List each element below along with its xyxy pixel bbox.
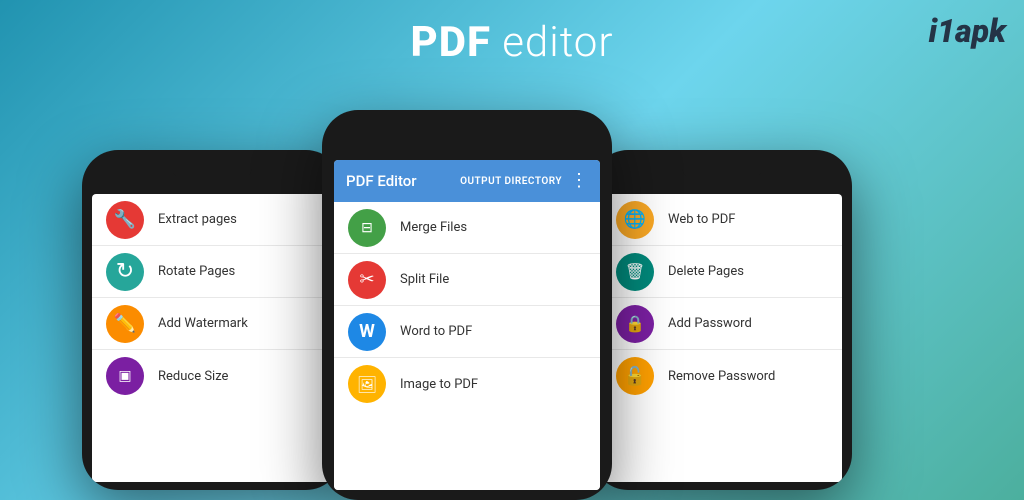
phones-container: 🔧 Extract pages ↻ Rotate Pages ✏️ Add Wa… [82,110,942,500]
list-item[interactable]: 🗑 Delete Pages [602,246,842,298]
rotate-label: Rotate Pages [158,264,235,279]
delete-label: Delete Pages [668,264,744,279]
word-label: Word to PDF [400,324,472,339]
split-label: Split File [400,272,449,287]
topbar: PDF Editor OUTPUT DIRECTORY ⋮ [334,160,600,202]
more-icon[interactable]: ⋮ [570,172,588,190]
watermark-label: Add Watermark [158,316,248,331]
image-icon: 🖼 [348,365,386,403]
removepass-icon: 🔓 [616,357,654,395]
topbar-title: PDF Editor [346,172,417,190]
merge-label: Merge Files [400,220,467,235]
list-item[interactable]: ✂ Split File [334,254,600,306]
list-item[interactable]: ▣ Reduce Size [92,350,332,402]
reduce-icon: ▣ [106,357,144,395]
phone-left: 🔧 Extract pages ↻ Rotate Pages ✏️ Add Wa… [82,150,342,490]
list-item[interactable]: W Word to PDF [334,306,600,358]
menu-list-left: 🔧 Extract pages ↻ Rotate Pages ✏️ Add Wa… [92,194,332,482]
watermark: i1apk [929,12,1006,50]
title-bold: PDF [411,18,491,67]
split-icon: ✂ [348,261,386,299]
phone-center: PDF Editor OUTPUT DIRECTORY ⋮ ⊟ Merge Fi… [322,110,612,500]
topbar-right: OUTPUT DIRECTORY ⋮ [460,172,588,190]
app-title: PDF editor [411,18,614,67]
phone-notch-right [682,164,762,178]
web-label: Web to PDF [668,212,735,227]
watermark-icon: ✏️ [106,305,144,343]
web-icon: 🌐 [616,201,654,239]
image-label: Image to PDF [400,377,478,392]
extract-label: Extract pages [158,212,237,227]
phone-screen-right: 🌐 Web to PDF 🗑 Delete Pages 🔒 Add Passwo… [602,194,842,482]
phone-notch-left [172,164,252,178]
list-item[interactable]: ⊟ Merge Files [334,202,600,254]
phone-screen-left: 🔧 Extract pages ↻ Rotate Pages ✏️ Add Wa… [92,194,332,482]
list-item[interactable]: 🔧 Extract pages [92,194,332,246]
list-item[interactable]: ✏️ Add Watermark [92,298,332,350]
title-light: editor [491,18,614,67]
delete-icon: 🗑 [616,253,654,291]
topbar-action[interactable]: OUTPUT DIRECTORY [460,176,562,187]
phone-screen-center: PDF Editor OUTPUT DIRECTORY ⋮ ⊟ Merge Fi… [334,160,600,490]
menu-list-center: ⊟ Merge Files ✂ Split File W Word to PDF… [334,202,600,490]
list-item[interactable]: 🖼 Image to PDF [334,358,600,410]
list-item[interactable]: 🔒 Add Password [602,298,842,350]
list-item[interactable]: 🌐 Web to PDF [602,194,842,246]
phone-right: 🌐 Web to PDF 🗑 Delete Pages 🔒 Add Passwo… [592,150,852,490]
phone-notch-center [427,124,507,138]
removepass-label: Remove Password [668,369,775,384]
menu-list-right: 🌐 Web to PDF 🗑 Delete Pages 🔒 Add Passwo… [602,194,842,482]
reduce-label: Reduce Size [158,369,228,384]
extract-icon: 🔧 [106,201,144,239]
addpass-label: Add Password [668,316,752,331]
merge-icon: ⊟ [348,209,386,247]
list-item[interactable]: 🔓 Remove Password [602,350,842,402]
addpass-icon: 🔒 [616,305,654,343]
word-icon: W [348,313,386,351]
rotate-icon: ↻ [106,253,144,291]
list-item[interactable]: ↻ Rotate Pages [92,246,332,298]
